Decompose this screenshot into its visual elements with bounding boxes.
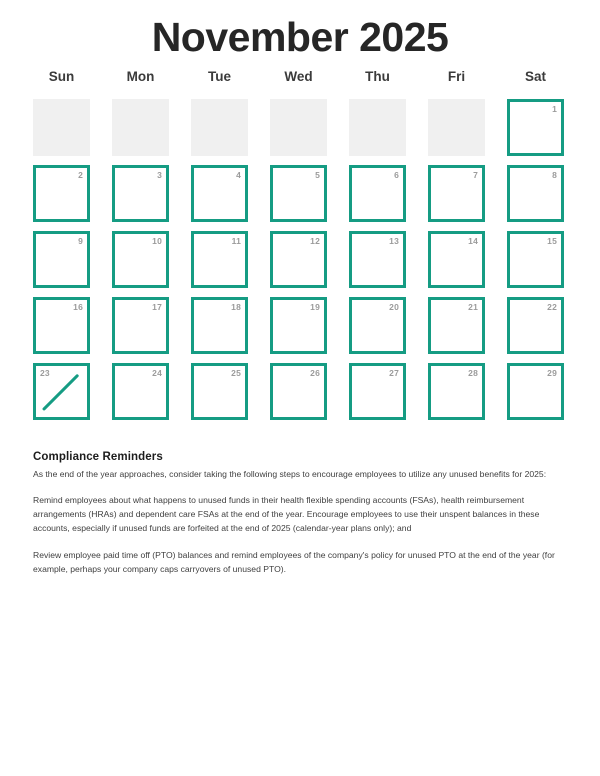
day-cell[interactable]: 17 bbox=[112, 297, 169, 354]
day-number: 5 bbox=[315, 170, 320, 180]
notes-heading: Compliance Reminders bbox=[33, 451, 163, 463]
day-number: 18 bbox=[231, 302, 241, 312]
day-cell[interactable]: 16 bbox=[33, 297, 90, 354]
day-number: 26 bbox=[310, 368, 320, 378]
day-number: 2 bbox=[78, 170, 83, 180]
day-number: 29 bbox=[547, 368, 557, 378]
day-number: 22 bbox=[547, 302, 557, 312]
day-cell[interactable]: 12 bbox=[270, 231, 327, 288]
day-number: 25 bbox=[231, 368, 241, 378]
day-number: 6 bbox=[394, 170, 399, 180]
day-cell[interactable]: 6 bbox=[349, 165, 406, 222]
notes-paragraph: As the end of the year approaches, consi… bbox=[33, 468, 547, 479]
day-number: 7 bbox=[473, 170, 478, 180]
day-cell-empty bbox=[191, 99, 248, 156]
notes-paragraph: Review employee paid time off (PTO) bala… bbox=[33, 550, 555, 575]
day-cell[interactable]: 24 bbox=[112, 363, 169, 420]
day-number: 10 bbox=[152, 236, 162, 246]
weekday-label-wed: Wed bbox=[284, 69, 313, 84]
weekday-label-sat: Sat bbox=[524, 69, 546, 84]
day-cell[interactable]: 21 bbox=[428, 297, 485, 354]
day-number: 21 bbox=[468, 302, 478, 312]
day-number: 3 bbox=[157, 170, 162, 180]
day-cell[interactable]: 23 bbox=[33, 363, 90, 420]
day-cell[interactable]: 3 bbox=[112, 165, 169, 222]
day-number: 20 bbox=[389, 302, 399, 312]
day-number: 11 bbox=[231, 236, 241, 246]
weekday-label-fri: Fri bbox=[447, 69, 466, 84]
day-cell[interactable]: 28 bbox=[428, 363, 485, 420]
day-cell[interactable]: 14 bbox=[428, 231, 485, 288]
day-cell[interactable]: 5 bbox=[270, 165, 327, 222]
calendar-grid: 1 2 3 4 5 6 7 8 9 10 11 12 13 14 15 16 17 18 19 20 21 22 23 24 2… bbox=[33, 99, 567, 420]
day-number: 27 bbox=[389, 368, 399, 378]
day-cell-empty bbox=[349, 99, 406, 156]
day-cell[interactable]: 13 bbox=[349, 231, 406, 288]
day-cell[interactable]: 22 bbox=[507, 297, 564, 354]
day-cell[interactable]: 9 bbox=[33, 231, 90, 288]
weekday-label-mon: Mon bbox=[126, 69, 155, 84]
day-number: 1 bbox=[552, 104, 557, 114]
day-cell[interactable]: 10 bbox=[112, 231, 169, 288]
day-number: 23 bbox=[40, 368, 50, 378]
weekday-header-row: Sun Mon Tue Wed Thu Fri Sat bbox=[33, 70, 567, 84]
day-number: 4 bbox=[236, 170, 241, 180]
calendar-page: November 2025 Sun Mon Tue Wed Thu Fri Sat 1234… bbox=[0, 0, 600, 776]
day-cell[interactable]: 18 bbox=[191, 297, 248, 354]
day-cell[interactable]: 19 bbox=[270, 297, 327, 354]
day-cell-empty bbox=[33, 99, 90, 156]
notes-paragraph-list: As the end of the year approaches, consi… bbox=[33, 468, 570, 578]
day-cell[interactable]: 2 bbox=[33, 165, 90, 222]
day-number: 24 bbox=[152, 368, 162, 378]
day-cell[interactable]: 27 bbox=[349, 363, 406, 420]
day-number: 9 bbox=[78, 236, 83, 246]
day-cell[interactable]: 25 bbox=[191, 363, 248, 420]
day-number: 19 bbox=[310, 302, 320, 312]
day-cell[interactable]: 26 bbox=[270, 363, 327, 420]
weekday-label-thu: Thu bbox=[365, 69, 390, 84]
day-number: 28 bbox=[468, 368, 478, 378]
day-cell[interactable]: 4 bbox=[191, 165, 248, 222]
day-cell[interactable]: 1 bbox=[507, 99, 564, 156]
day-number: 13 bbox=[389, 236, 399, 246]
day-number: 17 bbox=[152, 302, 162, 312]
day-cell[interactable]: 20 bbox=[349, 297, 406, 354]
day-number: 16 bbox=[73, 302, 83, 312]
day-number: 12 bbox=[310, 236, 320, 246]
day-cell-empty bbox=[112, 99, 169, 156]
weekday-label-tue: Tue bbox=[208, 69, 231, 84]
day-number: 8 bbox=[552, 170, 557, 180]
day-number: 14 bbox=[468, 236, 478, 246]
notes-paragraph: Remind employees about what happens to u… bbox=[33, 495, 540, 534]
compliance-reminders-section: Compliance Reminders As the end of the y… bbox=[33, 450, 570, 577]
day-cell[interactable]: 7 bbox=[428, 165, 485, 222]
day-number: 15 bbox=[547, 236, 557, 246]
day-cell-empty bbox=[428, 99, 485, 156]
day-cell[interactable]: 15 bbox=[507, 231, 564, 288]
day-cell-empty bbox=[270, 99, 327, 156]
day-cell[interactable]: 8 bbox=[507, 165, 564, 222]
page-title: November 2025 bbox=[151, 14, 449, 60]
day-cell[interactable]: 11 bbox=[191, 231, 248, 288]
day-cell[interactable]: 29 bbox=[507, 363, 564, 420]
weekday-label-sun: Sun bbox=[48, 69, 75, 84]
